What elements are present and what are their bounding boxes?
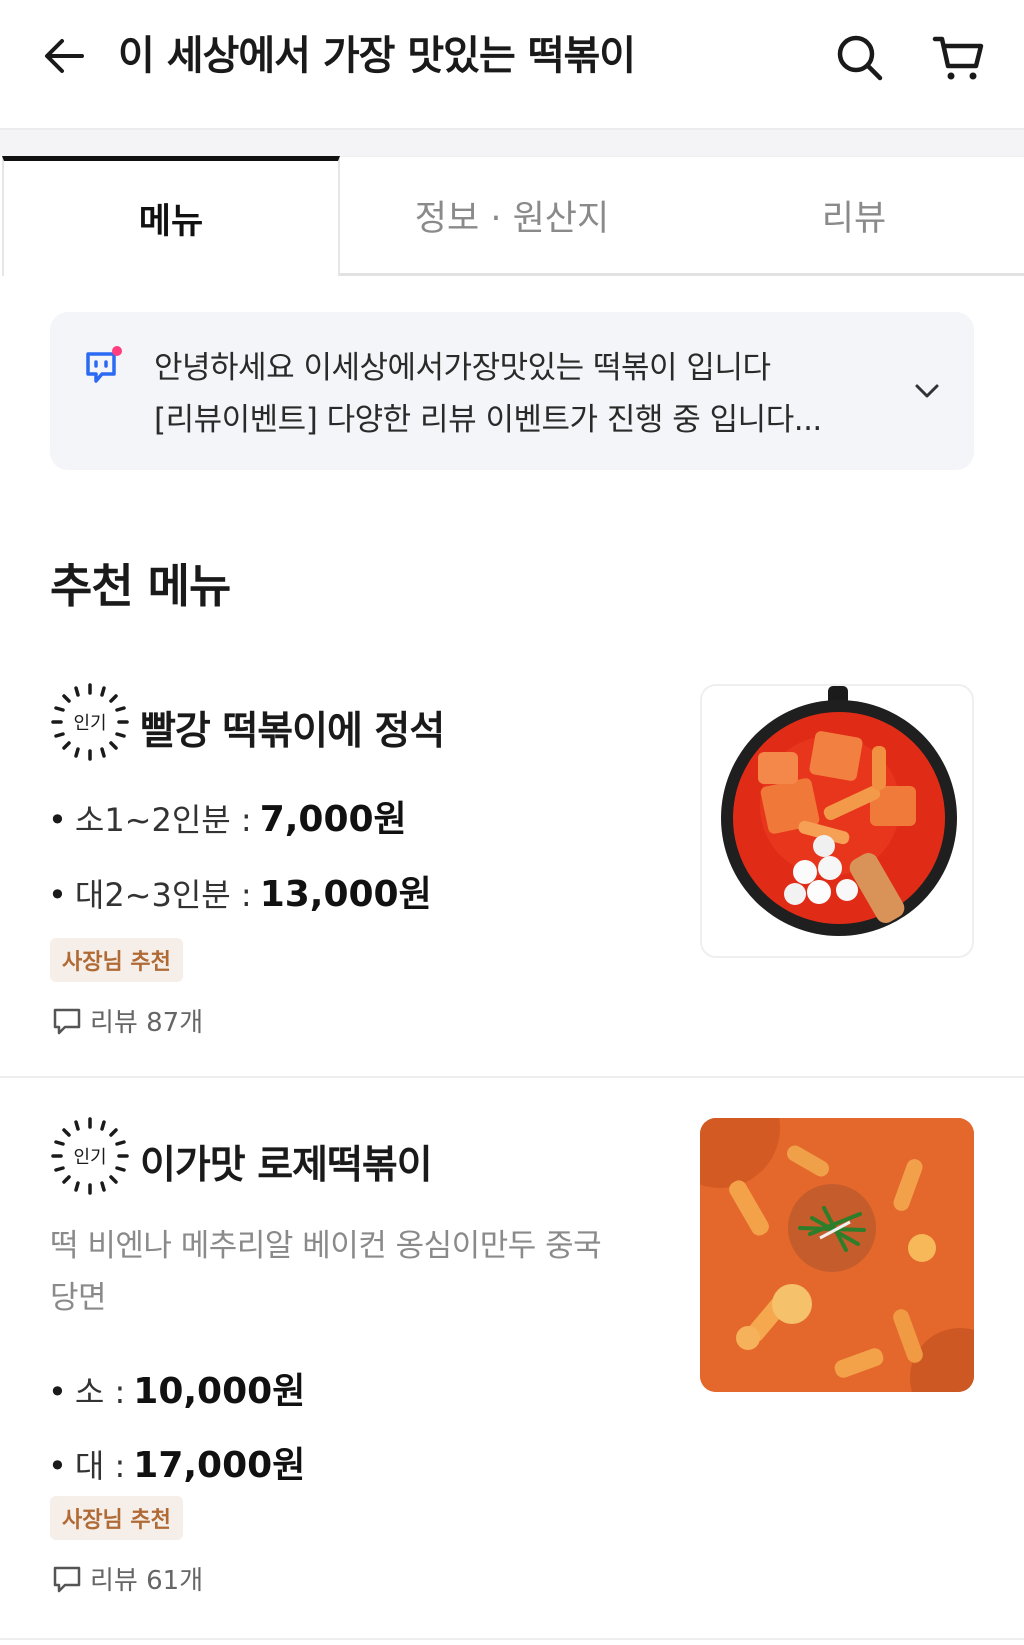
svg-text:인기: 인기 xyxy=(73,713,106,734)
back-button[interactable] xyxy=(36,28,92,84)
menu-item[interactable]: 인기 이가맛 로제떡볶이 떡 비엔나 메추리알 베이컨 옹심이만두 중국당면 •… xyxy=(0,1080,1024,1640)
store-title: 이 세상에서 가장 맛있는 떡볶이 xyxy=(118,33,636,79)
price-value: 7,000원 xyxy=(259,799,407,840)
price-label: 소 : xyxy=(74,1373,126,1411)
menu-item-name: 이가맛 로제떡볶이 xyxy=(140,1143,433,1188)
price-value: 17,000원 xyxy=(133,1445,306,1486)
menu-item-description: 떡 비엔나 메추리알 베이컨 옹심이만두 중국당면 xyxy=(50,1228,602,1316)
review-count: 리뷰 61개 xyxy=(52,1560,203,1597)
notice-event: [리뷰이벤트] 다양한 리뷰 이벤트가 진행 중 입니다... xyxy=(154,402,822,438)
price-row-small: • 소 : 10,000원 xyxy=(48,1362,305,1414)
cart-button[interactable] xyxy=(928,28,988,88)
arrow-left-icon xyxy=(45,39,84,73)
chevron-down-icon[interactable] xyxy=(910,374,944,408)
tab-menu[interactable]: 메뉴 xyxy=(2,156,340,276)
speech-bubble-icon xyxy=(86,346,122,383)
recommended-menu-title: 추천 메뉴 xyxy=(50,559,231,613)
menu-item-name: 빨강 떡볶이에 정석 xyxy=(140,709,445,754)
popular-badge-icon: 인기 xyxy=(51,1117,129,1195)
owner-recommend-tag: 사장님 추천 xyxy=(50,938,183,982)
price-value: 13,000원 xyxy=(259,874,432,915)
notice-greeting: 안녕하세요 이세상에서가장맛있는 떡볶이 입니다 xyxy=(154,350,771,386)
price-row-large: • 대2~3인분 : 13,000원 xyxy=(48,865,432,917)
cart-icon xyxy=(932,36,984,80)
price-row-small: • 소1~2인분 : 7,000원 xyxy=(48,790,407,842)
comment-icon xyxy=(53,1008,81,1034)
review-count: 리뷰 87개 xyxy=(52,1002,203,1039)
price-label: 대 : xyxy=(74,1447,126,1485)
popular-badge-icon: 인기 xyxy=(51,683,129,761)
menu-item-photo[interactable] xyxy=(700,684,974,958)
price-label: 소1~2인분 : xyxy=(74,801,252,839)
app-header: 이 세상에서 가장 맛있는 떡볶이 xyxy=(0,0,1024,128)
price-row-large: • 대 : 17,000원 xyxy=(48,1436,305,1488)
tteokbokki-pan-image xyxy=(721,686,957,936)
tab-info-origin[interactable]: 정보 · 원산지 xyxy=(340,156,684,276)
store-notice[interactable]: 안녕하세요 이세상에서가장맛있는 떡볶이 입니다 [리뷰이벤트] 다양한 리뷰 … xyxy=(50,312,974,470)
menu-item-photo[interactable] xyxy=(700,1118,974,1392)
menu-item[interactable]: 인기 빨강 떡볶이에 정석 • 소1~2인분 : 7,000원 • 대2~3인분… xyxy=(0,660,1024,1078)
price-label: 대2~3인분 : xyxy=(74,876,252,914)
svg-text:인기: 인기 xyxy=(73,1147,106,1168)
comment-icon xyxy=(53,1566,81,1592)
price-value: 10,000원 xyxy=(133,1371,306,1412)
owner-recommend-tag: 사장님 추천 xyxy=(50,1496,183,1540)
tab-bar: 메뉴 정보 · 원산지 리뷰 xyxy=(0,156,1024,276)
tab-reviews[interactable]: 리뷰 xyxy=(684,156,1024,276)
rose-tteokbokki-image xyxy=(700,1118,974,1392)
header-divider xyxy=(0,128,1024,156)
search-icon xyxy=(837,35,883,81)
search-button[interactable] xyxy=(830,28,890,88)
